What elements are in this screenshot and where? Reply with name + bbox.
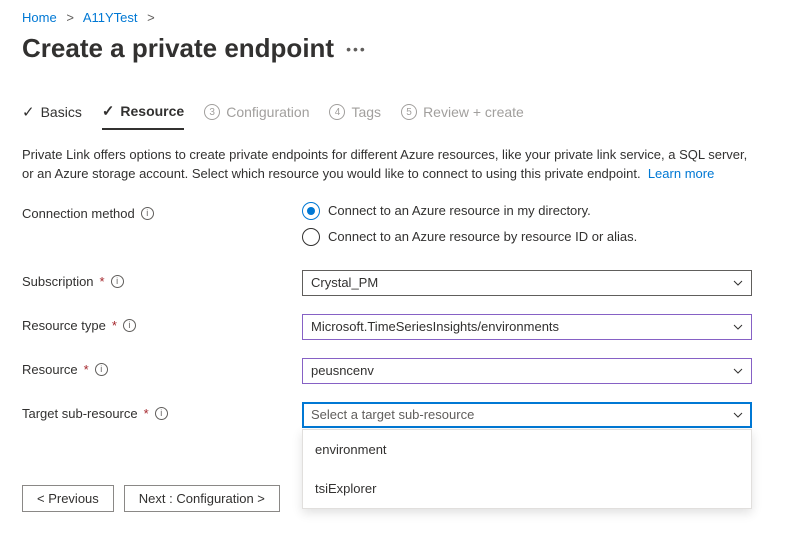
chevron-down-icon [733, 412, 743, 418]
next-button[interactable]: Next : Configuration > [124, 485, 280, 512]
step-number-icon: 3 [204, 104, 220, 120]
resource-type-select[interactable]: Microsoft.TimeSeriesInsights/environment… [302, 314, 752, 340]
label-subscription: Subscription [22, 274, 94, 289]
step-number-icon: 4 [329, 104, 345, 120]
required-icon: * [84, 362, 89, 377]
learn-more-link[interactable]: Learn more [648, 166, 714, 181]
required-icon: * [100, 274, 105, 289]
select-value: Microsoft.TimeSeriesInsights/environment… [311, 319, 559, 334]
step-number-icon: 5 [401, 104, 417, 120]
tab-label: Review + create [423, 104, 524, 120]
target-sub-resource-dropdown: environment tsiExplorer [302, 429, 752, 509]
chevron-right-icon: > [147, 10, 155, 25]
required-icon: * [144, 406, 149, 421]
breadcrumb-a11ytest[interactable]: A11YTest [83, 10, 138, 25]
radio-icon [302, 202, 320, 220]
label-resource: Resource [22, 362, 78, 377]
chevron-right-icon: > [66, 10, 74, 25]
radio-icon [302, 228, 320, 246]
info-icon[interactable]: i [123, 319, 136, 332]
tab-label: Configuration [226, 104, 309, 120]
select-placeholder: Select a target sub-resource [311, 407, 474, 422]
label-resource-type: Resource type [22, 318, 106, 333]
breadcrumb-home[interactable]: Home [22, 10, 57, 25]
page-title: Create a private endpoint [22, 33, 334, 64]
tab-configuration[interactable]: 3 Configuration [204, 100, 309, 128]
dropdown-option-environment[interactable]: environment [303, 430, 751, 469]
radio-connect-directory[interactable]: Connect to an Azure resource in my direc… [302, 202, 769, 220]
target-sub-resource-select[interactable]: Select a target sub-resource [302, 402, 752, 428]
tab-tags[interactable]: 4 Tags [329, 100, 381, 128]
description-text: Private Link offers options to create pr… [22, 146, 762, 184]
more-icon[interactable]: ••• [346, 41, 367, 57]
chevron-down-icon [733, 324, 743, 330]
select-value: peusncenv [311, 363, 374, 378]
radio-label: Connect to an Azure resource in my direc… [328, 203, 591, 218]
chevron-down-icon [733, 368, 743, 374]
info-icon[interactable]: i [155, 407, 168, 420]
info-icon[interactable]: i [111, 275, 124, 288]
dropdown-option-tsiexplorer[interactable]: tsiExplorer [303, 469, 751, 508]
radio-label: Connect to an Azure resource by resource… [328, 229, 637, 244]
label-connection-method: Connection method [22, 206, 135, 221]
required-icon: * [112, 318, 117, 333]
tab-bar: ✓ Basics ✓ Resource 3 Configuration 4 Ta… [22, 98, 769, 130]
select-value: Crystal_PM [311, 275, 378, 290]
tab-label: Basics [41, 104, 82, 120]
tab-review-create[interactable]: 5 Review + create [401, 100, 524, 128]
tab-label: Resource [120, 103, 184, 119]
info-icon[interactable]: i [95, 363, 108, 376]
info-icon[interactable]: i [141, 207, 154, 220]
resource-select[interactable]: peusncenv [302, 358, 752, 384]
radio-connect-resource-id[interactable]: Connect to an Azure resource by resource… [302, 228, 769, 246]
check-icon: ✓ [22, 103, 35, 121]
tab-basics[interactable]: ✓ Basics [22, 99, 82, 129]
breadcrumb: Home > A11YTest > [22, 10, 769, 25]
chevron-down-icon [733, 280, 743, 286]
label-target-sub-resource: Target sub-resource [22, 406, 138, 421]
footer: < Previous Next : Configuration > [22, 485, 280, 512]
tab-label: Tags [351, 104, 381, 120]
check-icon: ✓ [102, 102, 115, 120]
subscription-select[interactable]: Crystal_PM [302, 270, 752, 296]
description-body: Private Link offers options to create pr… [22, 147, 747, 181]
tab-resource[interactable]: ✓ Resource [102, 98, 184, 130]
previous-button[interactable]: < Previous [22, 485, 114, 512]
